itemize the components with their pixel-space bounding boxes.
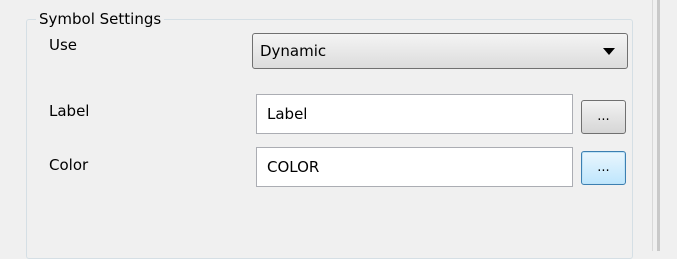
scrollbar-divider	[657, 0, 660, 251]
use-label: Use	[49, 36, 78, 54]
symbol-settings-panel: Symbol Settings Use Dynamic Label ... Co…	[0, 0, 652, 259]
label-browse-button[interactable]: ...	[581, 100, 626, 134]
label-input[interactable]	[256, 94, 573, 134]
vertical-scrollbar[interactable]	[652, 0, 677, 251]
label-field-label: Label	[49, 102, 90, 120]
color-input[interactable]	[256, 147, 573, 187]
color-browse-button[interactable]: ...	[581, 151, 626, 185]
use-dropdown[interactable]: Dynamic	[252, 33, 628, 69]
chevron-down-icon	[603, 48, 615, 55]
group-title: Symbol Settings	[36, 9, 165, 29]
use-dropdown-value: Dynamic	[260, 42, 327, 60]
color-field-label: Color	[49, 156, 89, 174]
